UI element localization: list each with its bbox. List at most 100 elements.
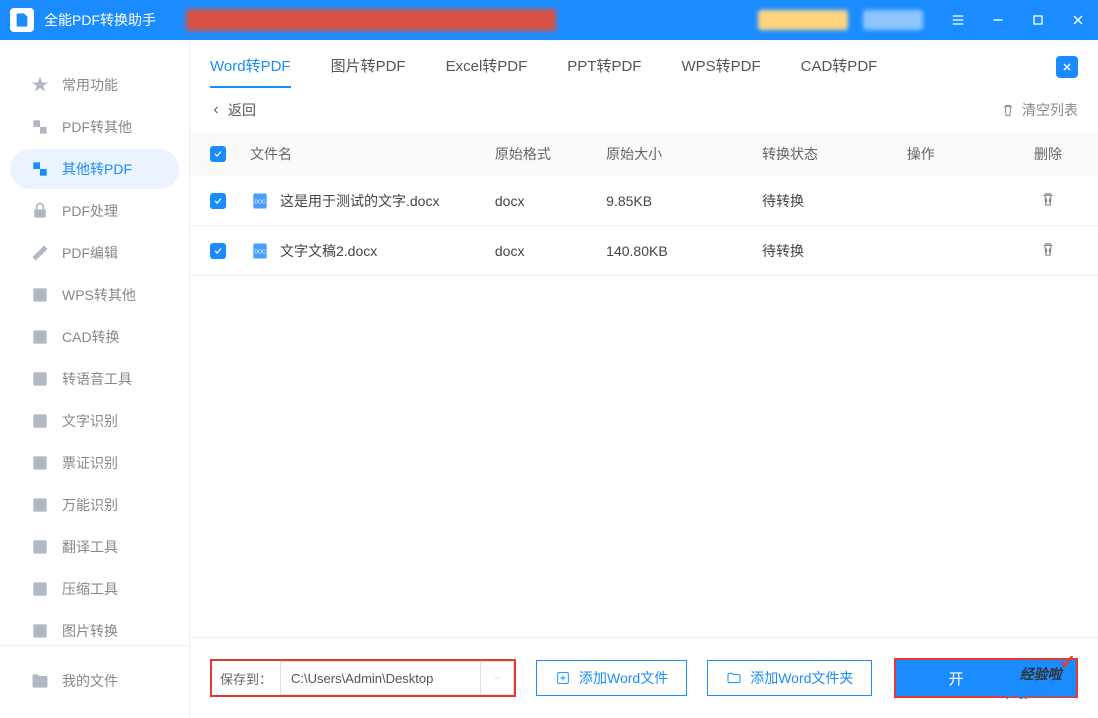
sidebar: 常用功能 PDF转其他 其他转PDF PDF处理 PDF编辑 WPS转其他 CA…: [0, 40, 190, 718]
convert-icon: [30, 159, 50, 179]
close-icon: [1070, 12, 1086, 28]
table-row: DOC 文字文稿2.docx docx 140.80KB 待转换: [190, 226, 1098, 276]
sidebar-item-translate[interactable]: 翻译工具: [10, 527, 179, 567]
clear-list-button[interactable]: 清空列表: [1000, 100, 1078, 120]
sidebar-item-wps[interactable]: WPS转其他: [10, 275, 179, 315]
universal-icon: [30, 495, 50, 515]
sidebar-item-label: 压缩工具: [62, 579, 118, 599]
menu-button[interactable]: [948, 10, 968, 30]
titlebar-vip-button[interactable]: [758, 10, 848, 30]
tab-excel-to-pdf[interactable]: Excel转PDF: [446, 55, 528, 88]
sidebar-item-audio[interactable]: 转语音工具: [10, 359, 179, 399]
app-logo: [10, 8, 34, 32]
header-operate: 操作: [907, 144, 1018, 164]
delete-button[interactable]: [1039, 190, 1057, 208]
tab-ppt-to-pdf[interactable]: PPT转PDF: [567, 55, 641, 88]
lock-icon: [30, 201, 50, 221]
close-button[interactable]: [1068, 10, 1088, 30]
check-icon: [213, 246, 223, 256]
file-size: 140.80KB: [606, 243, 762, 259]
titlebar-user-button[interactable]: [863, 10, 923, 30]
app-title: 全能PDF转换助手: [44, 10, 156, 30]
sidebar-item-cad[interactable]: CAD转换: [10, 317, 179, 357]
folder-icon: [726, 670, 742, 686]
translate-icon: [30, 537, 50, 557]
tabs-close-button[interactable]: [1056, 56, 1078, 78]
sidebar-item-label: PDF转其他: [62, 117, 132, 137]
tab-cad-to-pdf[interactable]: CAD转PDF: [801, 55, 878, 88]
delete-button[interactable]: [1039, 240, 1057, 258]
main-panel: Word转PDF 图片转PDF Excel转PDF PPT转PDF WPS转PD…: [190, 40, 1098, 718]
sidebar-item-pdf-to-other[interactable]: PDF转其他: [10, 107, 179, 147]
back-button[interactable]: 返回: [210, 100, 256, 120]
ticket-icon: [30, 453, 50, 473]
sidebar-item-pdf-edit[interactable]: PDF编辑: [10, 233, 179, 273]
sidebar-item-label: WPS转其他: [62, 285, 136, 305]
menu-icon: [950, 12, 966, 28]
sidebar-item-label: 图片转换: [62, 621, 118, 641]
convert-group: 开 ✓ 经验啦 jingyanla.com: [894, 658, 1078, 698]
file-status: 待转换: [762, 191, 907, 211]
text-icon: [30, 411, 50, 431]
row-checkbox[interactable]: [210, 243, 226, 259]
sidebar-item-image[interactable]: 图片转换: [10, 611, 179, 645]
file-name: 这是用于测试的文字.docx: [280, 191, 439, 211]
sidebar-item-ocr[interactable]: 文字识别: [10, 401, 179, 441]
dots-icon: [489, 675, 505, 681]
file-format: docx: [495, 193, 606, 209]
tab-wps-to-pdf[interactable]: WPS转PDF: [681, 55, 760, 88]
tab-image-to-pdf[interactable]: 图片转PDF: [331, 55, 406, 88]
table-header: 文件名 原始格式 原始大小 转换状态 操作 删除: [190, 132, 1098, 176]
sidebar-item-label: 我的文件: [62, 671, 118, 691]
add-folder-label: 添加Word文件夹: [750, 668, 853, 688]
edit-icon: [30, 243, 50, 263]
watermark: ✓ 经验啦 jingyanla.com: [1007, 664, 1074, 700]
file-size: 9.85KB: [606, 193, 762, 209]
save-path-input[interactable]: [280, 661, 480, 695]
convert-label: 开: [948, 668, 963, 689]
row-checkbox[interactable]: [210, 193, 226, 209]
wps-icon: [30, 285, 50, 305]
minimize-button[interactable]: [988, 10, 1008, 30]
file-format: docx: [495, 243, 606, 259]
tab-word-to-pdf[interactable]: Word转PDF: [210, 55, 291, 88]
cad-icon: [30, 327, 50, 347]
pdf-logo-icon: [14, 12, 30, 28]
svg-text:DOC: DOC: [254, 249, 266, 255]
sidebar-item-label: 万能识别: [62, 495, 118, 515]
toolbar: 返回 清空列表: [190, 88, 1098, 132]
maximize-button[interactable]: [1028, 10, 1048, 30]
file-name: 文字文稿2.docx: [280, 241, 377, 261]
plus-icon: [555, 670, 571, 686]
file-status: 待转换: [762, 241, 907, 261]
header-format: 原始格式: [495, 144, 606, 164]
save-path-browse-button[interactable]: [480, 661, 514, 695]
sidebar-item-other-to-pdf[interactable]: 其他转PDF: [10, 149, 179, 189]
audio-icon: [30, 369, 50, 389]
sidebar-item-compress[interactable]: 压缩工具: [10, 569, 179, 609]
clear-label: 清空列表: [1022, 100, 1078, 120]
sidebar-item-universal[interactable]: 万能识别: [10, 485, 179, 525]
add-file-button[interactable]: 添加Word文件: [536, 660, 687, 696]
sidebar-item-ticket[interactable]: 票证识别: [10, 443, 179, 483]
image-icon: [30, 621, 50, 641]
sidebar-item-common[interactable]: 常用功能: [10, 65, 179, 105]
save-to-label: 保存到：: [212, 669, 280, 688]
tabs-bar: Word转PDF 图片转PDF Excel转PDF PPT转PDF WPS转PD…: [190, 40, 1098, 88]
footer: 保存到： 添加Word文件 添加Word文件夹 开 ✓ 经验啦 jingyanl: [190, 637, 1098, 718]
sidebar-item-label: 常用功能: [62, 75, 118, 95]
check-icon: [213, 196, 223, 206]
sidebar-item-label: 票证识别: [62, 453, 118, 473]
save-path-group: 保存到：: [210, 659, 516, 697]
titlebar-banner: [186, 9, 556, 31]
start-convert-button[interactable]: 开 ✓ 经验啦 jingyanla.com: [896, 660, 1076, 696]
select-all-checkbox[interactable]: [210, 146, 226, 162]
convert-icon: [30, 117, 50, 137]
sidebar-item-label: PDF编辑: [62, 243, 118, 263]
sidebar-item-my-files[interactable]: 我的文件: [10, 661, 179, 701]
add-folder-button[interactable]: 添加Word文件夹: [707, 660, 872, 696]
trash-icon: [1000, 102, 1016, 118]
sidebar-item-pdf-process[interactable]: PDF处理: [10, 191, 179, 231]
maximize-icon: [1030, 12, 1046, 28]
doc-icon: DOC: [250, 191, 270, 211]
